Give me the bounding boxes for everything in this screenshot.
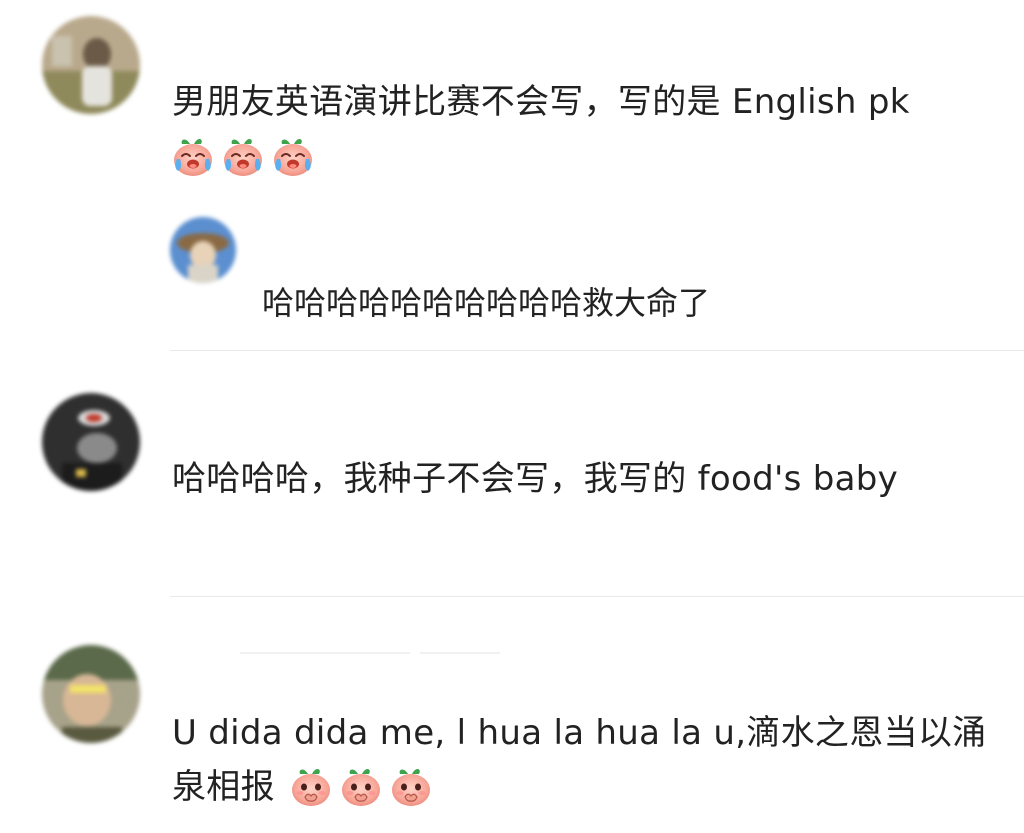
divider <box>170 596 1024 597</box>
avatar[interactable] <box>42 393 140 491</box>
shy-peach-icon <box>388 763 434 809</box>
reply-text: 哈哈哈哈哈哈哈哈哈哈救大命了 <box>262 284 711 322</box>
comment-text: 男朋友英语演讲比赛不会写，写的是 English pk <box>172 82 910 122</box>
username-placeholder <box>240 652 410 654</box>
avatar[interactable] <box>42 16 140 114</box>
crying-laugh-peach-icon <box>220 133 266 179</box>
emoji-row <box>288 763 434 809</box>
avatar[interactable] <box>42 645 140 743</box>
username-placeholder <box>420 652 500 654</box>
reply-avatar[interactable] <box>170 217 236 283</box>
emoji-row <box>170 133 316 179</box>
comment-text-line-2: 泉相报 <box>172 767 275 807</box>
shy-peach-icon <box>338 763 384 809</box>
comment-text-line-1: U dida dida me, l hua la hua la u,滴水之恩当以… <box>172 713 987 753</box>
crying-laugh-peach-icon <box>270 133 316 179</box>
comment-text: 哈哈哈哈，我种子不会写，我写的 food's baby <box>172 459 899 499</box>
shy-peach-icon <box>288 763 334 809</box>
crying-laugh-peach-icon <box>170 133 216 179</box>
divider <box>170 350 1024 351</box>
